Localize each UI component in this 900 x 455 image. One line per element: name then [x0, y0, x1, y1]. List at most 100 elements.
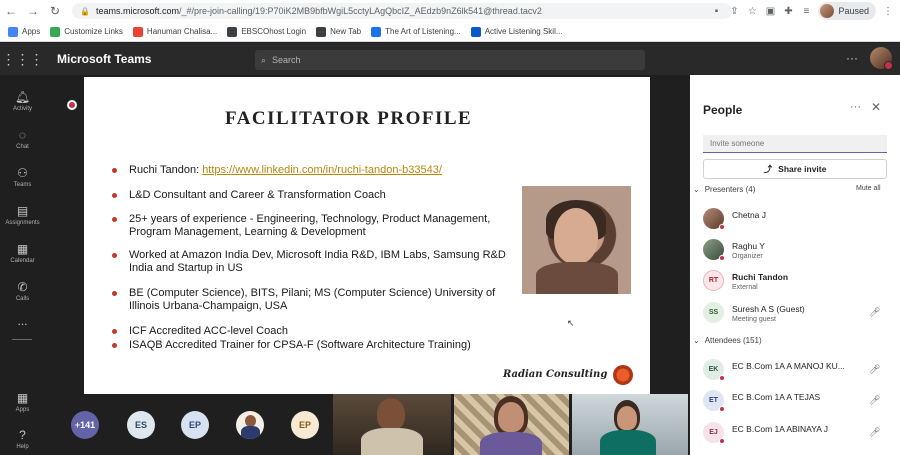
attendees-section-toggle[interactable]: ⌄ Attendees (151) — [693, 336, 762, 345]
forward-icon[interactable]: → — [22, 0, 44, 22]
mouse-cursor-icon: ↖ — [567, 318, 575, 328]
bullet-text: ISAQB Accredited Trainer for CPSA-F (Sof… — [129, 339, 471, 351]
reload-icon[interactable]: ↻ — [44, 0, 66, 22]
shared-slide: FACILITATOR PROFILE Ruchi Tandon: https:… — [84, 77, 650, 394]
participant-avatar[interactable]: ES — [127, 411, 155, 439]
app-title: Microsoft Teams — [57, 52, 152, 66]
mic-off-icon[interactable]: 🎤︎ — [869, 364, 880, 375]
participant-avatar: RT — [703, 270, 724, 291]
participant-row[interactable]: ET EC B.Com 1A A TEJAS 🎤︎ — [703, 390, 893, 416]
participant-avatar — [703, 239, 725, 261]
teams-icon: ⚇ — [17, 165, 28, 180]
bullet-text: ICF Accredited ACC-level Coach — [129, 325, 288, 337]
back-icon[interactable]: ← — [0, 0, 22, 22]
bookmark-apps[interactable]: Apps — [8, 26, 40, 37]
participant-video[interactable] — [454, 394, 569, 455]
search-input[interactable]: ⌕ Search — [255, 50, 645, 70]
rail-item-activity[interactable]: 🔔︎ Activity — [0, 81, 45, 121]
status-busy-icon — [719, 255, 725, 261]
more-options-icon[interactable]: ··· — [846, 51, 858, 65]
bullet-dot — [112, 291, 117, 296]
more-options-icon[interactable]: ··· — [850, 101, 861, 113]
rail-more[interactable]: ... — [0, 301, 45, 341]
share-invite-button[interactable]: ⤴ Share invite — [703, 159, 887, 179]
participant-role: Organizer — [732, 253, 763, 260]
participant-name: EC B.Com 1A A MANOJ KU... — [732, 361, 845, 371]
kebab-menu-icon[interactable]: ⋮ — [882, 5, 894, 17]
profile-button[interactable]: Paused — [818, 2, 876, 20]
google-icon — [50, 26, 61, 37]
bookmark-active-listening[interactable]: Active Listening Skil... — [470, 26, 563, 37]
brand-name: Radian Consulting — [503, 369, 608, 380]
participant-video[interactable] — [572, 394, 688, 455]
participant-name: Chetna J — [732, 210, 767, 220]
bookmarks-bar: Apps Customize Links Hanuman Chalisa... … — [0, 22, 900, 42]
mic-off-icon[interactable]: 🎤︎ — [869, 395, 880, 406]
rail-item-teams[interactable]: ⚇ Teams — [0, 157, 45, 197]
participant-name: Raghu Y — [732, 241, 765, 251]
bookmark-ebsco[interactable]: EBSCOhost Login — [227, 26, 306, 37]
participant-row[interactable]: EJ EC B.Com 1A ABINAYA J 🎤︎ — [703, 422, 893, 448]
invite-input[interactable] — [703, 135, 887, 153]
camera-icon[interactable]: ▪ — [710, 5, 722, 17]
rail-item-assignments[interactable]: ▤ Assignments — [0, 195, 45, 235]
extension-icon[interactable]: ▣ — [764, 5, 776, 17]
close-icon[interactable]: ✕ — [871, 100, 881, 114]
participant-photo-avatar[interactable] — [236, 411, 264, 439]
overflow-participants-button[interactable]: +141 — [71, 411, 99, 439]
brand-logo — [613, 365, 633, 385]
browser-actions: ▪ ⇪ ☆ ▣ ✚ ≡ Paused ⋮ — [710, 0, 900, 22]
bullet-prefix: Ruchi Tandon: — [129, 164, 203, 176]
participant-avatar[interactable]: EP — [181, 411, 209, 439]
participant-name: Ruchi Tandon — [732, 272, 789, 282]
status-busy-icon — [719, 406, 725, 412]
rail-item-apps[interactable]: ▦ Apps — [0, 382, 45, 422]
bookmark-hanuman[interactable]: Hanuman Chalisa... — [132, 26, 217, 37]
bullet-text: L&D Consultant and Career & Transformati… — [129, 189, 386, 201]
participant-row[interactable]: EK EC B.Com 1A A MANOJ KU... 🎤︎ — [703, 359, 893, 385]
linkedin-link[interactable]: https://www.linkedin.com/in/ruchi-tandon… — [202, 164, 442, 176]
document-icon — [371, 26, 382, 37]
search-icon: ⌕ — [261, 54, 267, 65]
bullet-dot — [112, 193, 117, 198]
meeting-stage: FACILITATOR PROFILE Ruchi Tandon: https:… — [45, 75, 688, 455]
more-icon: ... — [17, 314, 28, 328]
bookmark-customize-links[interactable]: Customize Links — [50, 26, 123, 37]
share-icon[interactable]: ⇪ — [728, 5, 740, 17]
teams-header: ⋮⋮⋮ Microsoft Teams ⌕ Search ··· — [0, 43, 900, 75]
user-avatar[interactable] — [870, 47, 893, 70]
mic-off-icon[interactable]: 🎤︎ — [869, 307, 880, 318]
participant-row[interactable]: RT Ruchi Tandon External — [703, 270, 893, 296]
bookmark-art-of-listening[interactable]: The Art of Listening... — [371, 26, 461, 37]
rail-item-chat[interactable]: ◌ Chat — [0, 119, 45, 159]
media-icon[interactable]: ≡ — [800, 5, 812, 17]
rail-item-help[interactable]: ? Help — [0, 419, 45, 455]
participant-role: External — [732, 284, 758, 291]
rail-item-calendar[interactable]: ▦ Calendar — [0, 233, 45, 273]
participant-name: EC B.Com 1A ABINAYA J — [732, 424, 829, 434]
chevron-down-icon: ⌄ — [693, 336, 700, 345]
puzzle-icon[interactable]: ✚ — [782, 5, 794, 17]
participant-row[interactable]: Raghu Y Organizer — [703, 239, 893, 265]
mic-off-icon[interactable]: 🎤︎ — [869, 427, 880, 438]
bookmark-new-tab[interactable]: New Tab — [316, 26, 361, 37]
participant-avatar[interactable]: EP — [291, 411, 319, 439]
bullet-text: Illinois Urbana-Champaign, USA — [129, 300, 288, 312]
bullet-text: 25+ years of experience - Engineering, T… — [129, 213, 491, 225]
chat-icon: ◌ — [18, 127, 27, 142]
participant-name: EC B.Com 1A A TEJAS — [732, 392, 821, 402]
address-bar[interactable]: 🔒 teams.microsoft.com /_#/pre-join-calli… — [72, 3, 732, 19]
app-launcher-icon[interactable]: ⋮⋮⋮ — [0, 43, 45, 75]
help-icon: ? — [19, 427, 26, 442]
mute-all-button[interactable]: Mute all — [856, 185, 881, 192]
presenters-section-toggle[interactable]: ⌄ Presenters (4) — [693, 185, 755, 194]
bullet-dot — [112, 343, 117, 348]
share-icon: ⤴ — [763, 164, 773, 174]
bullet-dot — [112, 253, 117, 258]
participant-row[interactable]: Chetna J — [703, 208, 893, 234]
star-icon[interactable]: ☆ — [746, 5, 758, 17]
apps-icon: ▦ — [16, 390, 29, 405]
participant-video[interactable] — [333, 394, 451, 455]
participant-row[interactable]: SS Suresh A S (Guest) Meeting guest 🎤︎ — [703, 302, 893, 328]
status-busy-icon — [719, 375, 725, 381]
